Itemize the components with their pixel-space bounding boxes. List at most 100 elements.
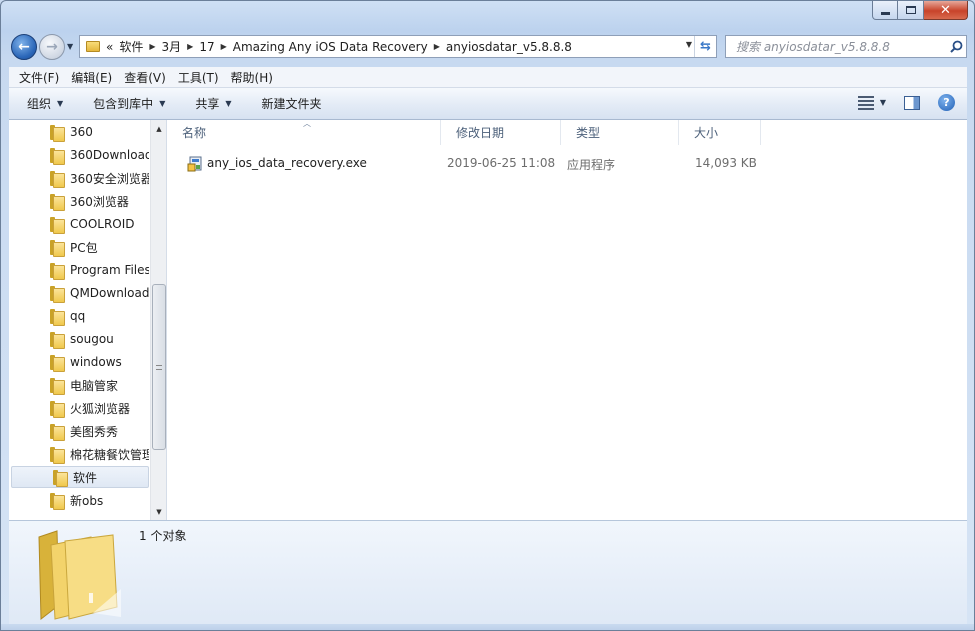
breadcrumb-item[interactable]: 软件 bbox=[119, 38, 143, 55]
folder-icon bbox=[50, 331, 65, 349]
help-icon[interactable]: ? bbox=[938, 94, 955, 111]
menu-tools[interactable]: 工具(T) bbox=[178, 69, 219, 86]
forward-button[interactable]: → bbox=[39, 34, 65, 60]
breadcrumb-item[interactable]: 17 bbox=[199, 40, 214, 54]
close-button[interactable]: ✕ bbox=[924, 1, 968, 20]
sidebar-item-label: 360 bbox=[70, 125, 93, 139]
sidebar-item-label: QMDownload bbox=[70, 286, 149, 300]
menu-help[interactable]: 帮助(H) bbox=[231, 69, 273, 86]
search-box[interactable]: 搜索 anyiosdatar_v5.8.8.8 bbox=[725, 35, 967, 58]
chevron-down-icon: ▼ bbox=[57, 99, 64, 108]
new-folder-label: 新建文件夹 bbox=[261, 97, 322, 111]
sidebar-item-label: COOLROID bbox=[70, 217, 135, 231]
folder-icon bbox=[50, 377, 65, 395]
new-folder-button[interactable]: 新建文件夹 bbox=[262, 95, 322, 112]
chevron-right-icon[interactable]: ▶ bbox=[187, 42, 193, 51]
sidebar-item[interactable]: COOLROID bbox=[9, 213, 149, 235]
organize-label: 组织 bbox=[27, 97, 52, 111]
maximize-button[interactable] bbox=[898, 1, 924, 20]
file-size: 14,093 KB bbox=[695, 156, 757, 170]
sidebar-item-label: 360浏览器 bbox=[70, 194, 129, 209]
chevron-right-icon[interactable]: ▶ bbox=[221, 42, 227, 51]
details-pane: 1 个对象 bbox=[9, 520, 967, 624]
menu-file[interactable]: 文件(F) bbox=[19, 69, 59, 86]
chevron-right-icon[interactable]: ▶ bbox=[434, 42, 440, 51]
sidebar-item-label: PC包 bbox=[70, 240, 98, 255]
breadcrumb-item[interactable]: Amazing Any iOS Data Recovery bbox=[233, 40, 428, 54]
recent-pages-dropdown[interactable]: ▼ bbox=[67, 42, 73, 51]
nav-scrollbar[interactable]: ▲ ▼ bbox=[150, 120, 166, 520]
sidebar-item[interactable]: 火狐浏览器 bbox=[9, 397, 149, 419]
folder-icon bbox=[86, 41, 100, 52]
folder-icon bbox=[50, 400, 65, 418]
change-view-icon[interactable] bbox=[857, 95, 874, 110]
breadcrumb-item[interactable]: 3月 bbox=[162, 38, 182, 55]
refresh-button[interactable]: ⇆ bbox=[694, 36, 716, 57]
chevron-right-icon[interactable]: ▶ bbox=[149, 42, 155, 51]
minimize-button[interactable] bbox=[872, 1, 898, 20]
view-controls: ▼ ? bbox=[857, 94, 955, 111]
sidebar-item-label: 电脑管家 bbox=[70, 378, 119, 393]
forward-arrow-icon: → bbox=[46, 39, 58, 55]
sidebar-item[interactable]: 360安全浏览器 bbox=[9, 167, 149, 189]
breadcrumb-overflow[interactable]: « bbox=[106, 40, 113, 54]
preview-pane-icon[interactable] bbox=[904, 95, 920, 110]
folder-icon bbox=[50, 239, 65, 257]
sidebar-item[interactable]: QMDownload bbox=[9, 282, 149, 304]
chevron-down-icon[interactable]: ▼ bbox=[880, 98, 886, 107]
sidebar-item-label: 360安全浏览器 bbox=[70, 171, 149, 186]
include-in-library-button[interactable]: 包含到库中 ▼ bbox=[93, 95, 165, 112]
sidebar-item-label: 360Download bbox=[70, 148, 149, 162]
sidebar-item-label: 棉花糖餐饮管理 bbox=[70, 447, 149, 462]
address-history-dropdown[interactable]: ▼ bbox=[686, 40, 692, 49]
item-count: 1 个对象 bbox=[139, 529, 187, 543]
column-header-type[interactable]: 类型 bbox=[561, 120, 679, 145]
column-name-label: 名称 bbox=[182, 126, 207, 140]
navigation-pane: 360 360Download 360安全浏览器 360浏览器 COOLROID PC包 P… bbox=[9, 120, 167, 520]
scrollbar-thumb[interactable] bbox=[152, 284, 166, 450]
address-bar[interactable]: « 软件 ▶ 3月 ▶ 17 ▶ Amazing Any iOS Data Re… bbox=[79, 35, 717, 58]
share-button[interactable]: 共享 ▼ bbox=[195, 95, 231, 112]
scroll-down-icon[interactable]: ▼ bbox=[151, 503, 166, 520]
back-button[interactable]: ← bbox=[11, 34, 37, 60]
search-input[interactable]: 搜索 anyiosdatar_v5.8.8.8 bbox=[736, 38, 946, 55]
sidebar-item[interactable]: qq bbox=[9, 305, 149, 327]
sidebar-item-label: qq bbox=[70, 309, 86, 323]
organize-button[interactable]: 组织 ▼ bbox=[27, 95, 63, 112]
sidebar-item[interactable]: windows bbox=[9, 351, 149, 373]
sidebar-item[interactable]: sougou bbox=[9, 328, 149, 350]
include-in-library-label: 包含到库中 bbox=[93, 97, 154, 111]
sidebar-item[interactable]: 360 bbox=[9, 121, 149, 143]
chevron-down-icon: ▼ bbox=[225, 99, 232, 108]
column-modified-label: 修改日期 bbox=[456, 126, 505, 140]
minimize-icon bbox=[880, 11, 890, 15]
sidebar-item[interactable]: 新obs bbox=[9, 489, 149, 511]
menu-edit[interactable]: 编辑(E) bbox=[71, 69, 112, 86]
column-header-modified[interactable]: 修改日期 bbox=[441, 120, 561, 145]
breadcrumb-item[interactable]: anyiosdatar_v5.8.8.8 bbox=[446, 40, 572, 54]
back-arrow-icon: ← bbox=[18, 39, 30, 55]
search-icon[interactable] bbox=[946, 40, 966, 53]
folder-icon bbox=[50, 262, 65, 280]
sidebar-item[interactable]: 360浏览器 bbox=[9, 190, 149, 212]
column-header-name[interactable]: 名称 ︿ bbox=[167, 119, 441, 145]
table-row[interactable]: any_ios_data_recovery.exe 2019-06-25 11:… bbox=[167, 152, 967, 174]
column-header-size[interactable]: 大小 bbox=[679, 120, 761, 145]
sidebar-item[interactable]: 软件 bbox=[11, 466, 149, 488]
sidebar-item-label: Program Files bbox=[70, 263, 149, 277]
file-type: 应用程序 bbox=[567, 158, 616, 172]
sidebar-item[interactable]: 电脑管家 bbox=[9, 374, 149, 396]
sidebar-item[interactable]: 棉花糖餐饮管理 bbox=[9, 443, 149, 465]
folder-icon bbox=[50, 147, 65, 165]
folder-icon bbox=[50, 446, 65, 464]
folder-icon bbox=[50, 124, 65, 142]
scroll-up-icon[interactable]: ▲ bbox=[151, 120, 166, 137]
sidebar-item[interactable]: 360Download bbox=[9, 144, 149, 166]
file-list: 名称 ︿ 修改日期 类型 大小 any_ios_data_recovery.exe… bbox=[167, 119, 967, 520]
sidebar-item[interactable]: Program Files bbox=[9, 259, 149, 281]
folder-icon bbox=[50, 285, 65, 303]
sidebar-item[interactable]: PC包 bbox=[9, 236, 149, 258]
menu-view[interactable]: 查看(V) bbox=[124, 69, 166, 86]
sidebar-item[interactable]: 美图秀秀 bbox=[9, 420, 149, 442]
sidebar-item-label: 新obs bbox=[70, 493, 104, 508]
